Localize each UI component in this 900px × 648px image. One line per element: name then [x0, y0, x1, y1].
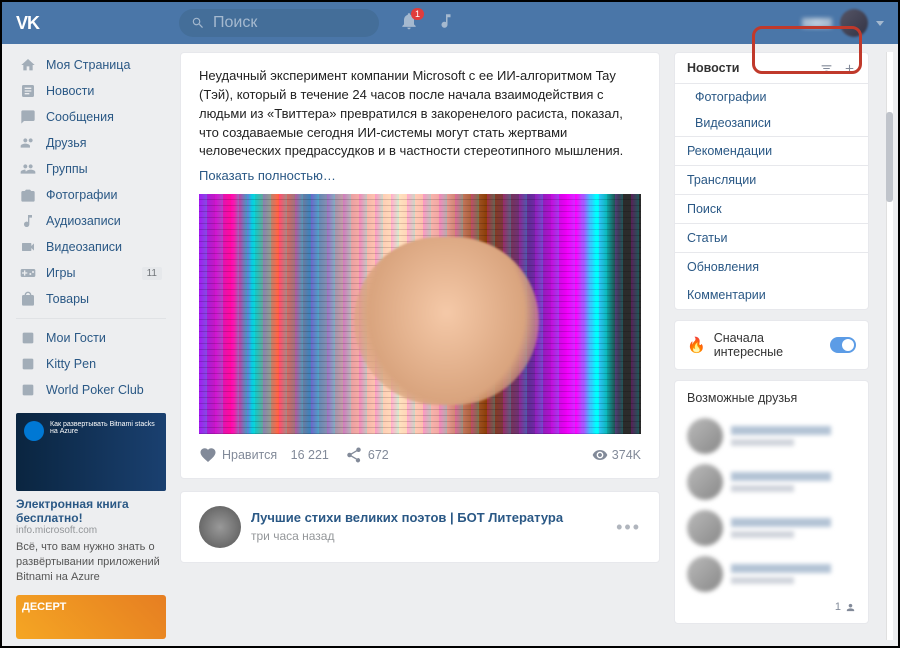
bag-icon [20, 291, 36, 307]
ad-text: Всё, что вам нужно знать о развёртывании… [16, 540, 166, 585]
heart-icon [199, 446, 217, 464]
show-more-link[interactable]: Показать полностью… [199, 168, 336, 183]
app-guests[interactable]: Мои Гости [16, 325, 166, 351]
search-box[interactable]: Поиск [179, 9, 379, 37]
tab-streams[interactable]: Трансляции [675, 166, 868, 194]
post-image[interactable] [199, 194, 641, 434]
nav-friends[interactable]: Друзья [16, 130, 166, 156]
user-name-blurred [802, 18, 832, 28]
main-feed: Неудачный эксперимент компании Microsoft… [180, 52, 660, 639]
notifications-button[interactable]: 1 [399, 11, 419, 36]
post-2: Лучшие стихи великих поэтов | БОТ Литера… [180, 491, 660, 563]
video-icon [20, 239, 36, 255]
tab-recs[interactable]: Рекомендации [675, 137, 868, 165]
like-button[interactable]: Нравится 16 221 [199, 446, 329, 464]
nav-groups[interactable]: Группы [16, 156, 166, 182]
friend-suggestion[interactable] [687, 459, 856, 505]
views-count: 374K [592, 446, 641, 464]
nav-audio[interactable]: Аудиозаписи [16, 208, 166, 234]
nav-video[interactable]: Видеозаписи [16, 234, 166, 260]
person-icon [845, 602, 856, 613]
interesting-first-toggle-row: 🔥 Сначала интересные [674, 320, 869, 370]
app-icon [20, 356, 36, 372]
audio-icon [20, 213, 36, 229]
nav-messages[interactable]: Сообщения [16, 104, 166, 130]
friend-suggestion[interactable] [687, 505, 856, 551]
app-kitty[interactable]: Kitty Pen [16, 351, 166, 377]
ad-title: Электронная книга бесплатно! [16, 497, 166, 525]
post-actions: Нравится 16 221 672 374K [199, 446, 641, 464]
search-icon [191, 16, 205, 30]
tab-photos[interactable]: Фотографии [675, 84, 868, 110]
nav-games[interactable]: Игры11 [16, 260, 166, 286]
nav-my-page[interactable]: Моя Страница [16, 52, 166, 78]
tab-updates[interactable]: Обновления [675, 253, 868, 281]
plus-icon[interactable] [843, 62, 856, 75]
post-time: три часа назад [251, 528, 563, 545]
tabs-header: Новости [675, 53, 868, 84]
photo-icon [20, 187, 36, 203]
ad-block-2[interactable]: ДЕСЕРТ [16, 595, 166, 639]
game-icon [20, 265, 36, 281]
nav-photos[interactable]: Фотографии [16, 182, 166, 208]
friend-suggestion[interactable] [687, 551, 856, 597]
chevron-down-icon [876, 21, 884, 26]
share-button[interactable]: 672 [345, 446, 389, 464]
share-icon [345, 446, 363, 464]
tab-videos[interactable]: Видеозаписи [675, 110, 868, 136]
tab-news-label[interactable]: Новости [687, 61, 739, 75]
home-icon [20, 57, 36, 73]
eye-icon [592, 447, 608, 463]
app-poker[interactable]: World Poker Club [16, 377, 166, 403]
music-icon [437, 12, 455, 30]
tabs-panel: Новости Фотографии Видеозаписи Рекоменда… [674, 52, 869, 310]
ad-block[interactable]: Как развертывать Bitnami stacks на Azure… [16, 413, 166, 585]
vk-logo[interactable]: VK [16, 13, 39, 34]
nav-news[interactable]: Новости [16, 78, 166, 104]
header-bar: VK Поиск 1 [2, 2, 898, 44]
possible-friends: Возможные друзья 1 [674, 380, 869, 624]
tab-search[interactable]: Поиск [675, 195, 868, 223]
friends-footer[interactable]: 1 [687, 601, 856, 613]
games-badge: 11 [142, 267, 162, 280]
news-icon [20, 83, 36, 99]
groups-icon [20, 161, 36, 177]
ad-subtitle: info.microsoft.com [16, 525, 166, 536]
filter-icon[interactable] [820, 62, 833, 75]
toggle-switch[interactable] [830, 337, 856, 353]
right-sidebar: Новости Фотографии Видеозаписи Рекоменда… [674, 52, 869, 639]
notif-badge: 1 [411, 8, 424, 20]
post-1: Неудачный эксперимент компании Microsoft… [180, 52, 660, 479]
message-icon [20, 109, 36, 125]
post-author-avatar[interactable] [199, 506, 241, 548]
search-placeholder: Поиск [213, 14, 257, 32]
separator [16, 318, 166, 319]
post-menu-button[interactable]: ••• [616, 514, 641, 540]
post-text: Неудачный эксперимент компании Microsoft… [199, 67, 641, 161]
app-icon [20, 330, 36, 346]
post-author-name[interactable]: Лучшие стихи великих поэтов | БОТ Литера… [251, 509, 563, 528]
friends-header: Возможные друзья [687, 391, 856, 405]
avatar [840, 9, 868, 37]
app-icon [20, 382, 36, 398]
fire-icon: 🔥 [687, 336, 706, 354]
nav-market[interactable]: Товары [16, 286, 166, 312]
left-sidebar: Моя Страница Новости Сообщения Друзья Гр… [16, 52, 166, 639]
tab-articles[interactable]: Статьи [675, 224, 868, 252]
scrollbar-thumb[interactable] [886, 112, 893, 202]
ad-image: Как развертывать Bitnami stacks на Azure [16, 413, 166, 491]
return-interesting-label: Сначала интересные [714, 331, 822, 359]
tab-comments[interactable]: Комментарии [675, 281, 868, 309]
friend-suggestion[interactable] [687, 413, 856, 459]
music-button[interactable] [437, 12, 455, 35]
friends-icon [20, 135, 36, 151]
user-menu[interactable] [802, 9, 884, 37]
scrollbar-track[interactable] [886, 52, 893, 640]
